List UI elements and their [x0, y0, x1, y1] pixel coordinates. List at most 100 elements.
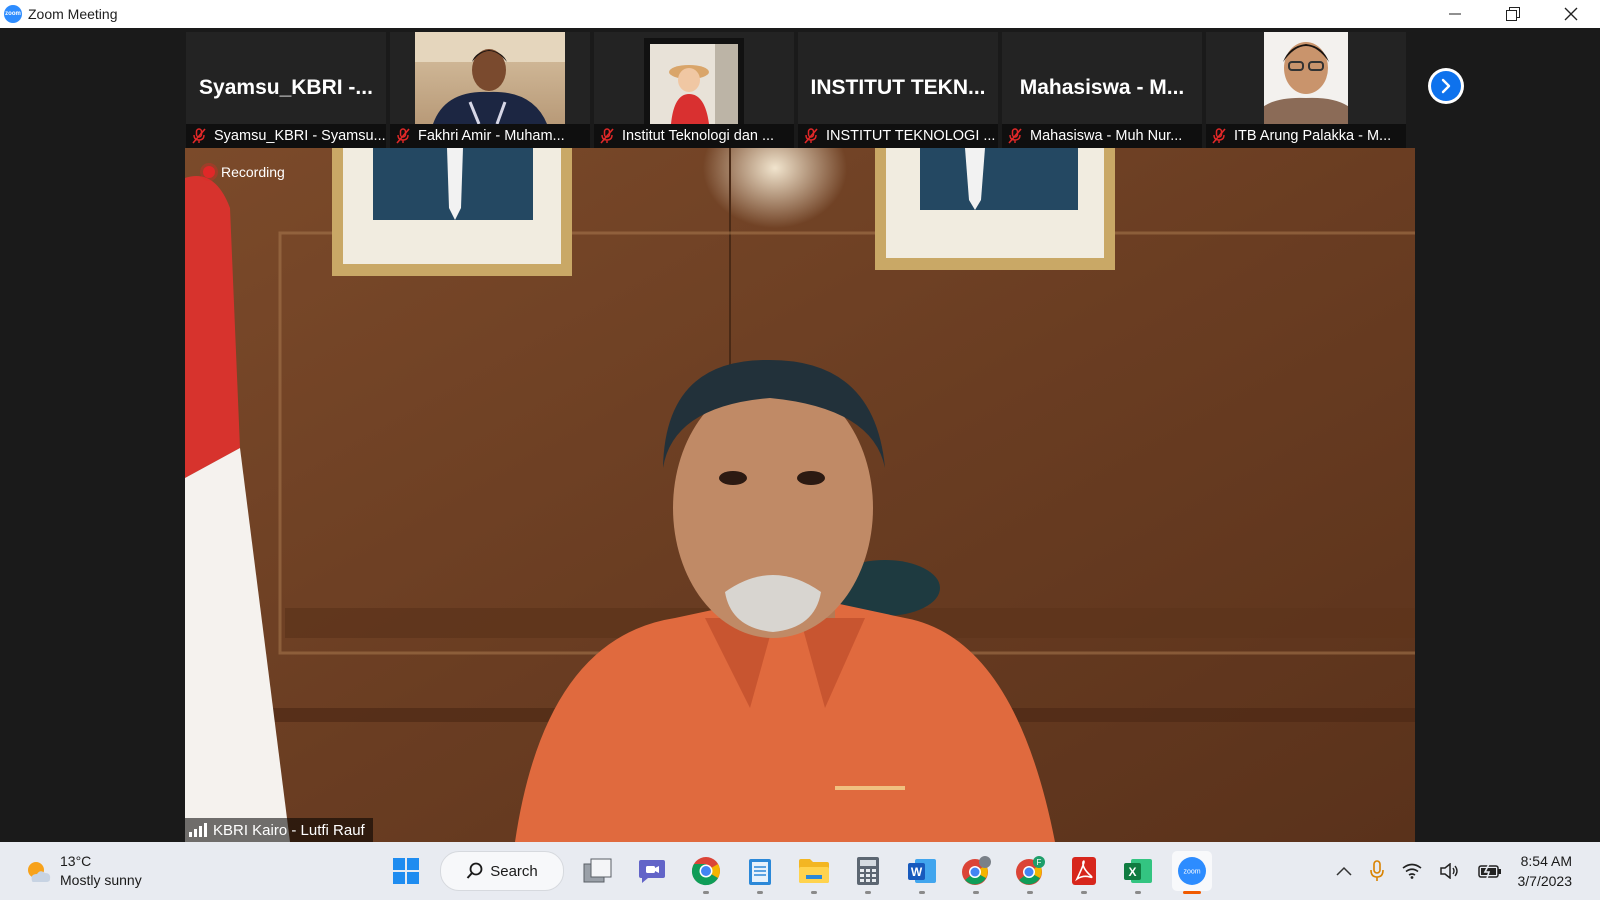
participant-name: ITB Arung Palakka - M... [1234, 128, 1392, 144]
participant-caption: Fakhri Amir - Muham... [390, 124, 590, 148]
chrome-profile-f-button[interactable]: F [1010, 851, 1050, 894]
recording-label: Recording [221, 164, 285, 180]
participant-tile[interactable]: Institut Teknologi dan ... [594, 32, 794, 148]
participant-tile[interactable]: INSTITUT TEKN... INSTITUT TEKNOLOGI ... [798, 32, 998, 148]
teams-chat-button[interactable] [632, 851, 672, 891]
muted-mic-icon [1212, 128, 1226, 144]
svg-text:F: F [1037, 858, 1042, 867]
clock-time: 8:54 AM [1520, 853, 1572, 869]
participant-caption: ITB Arung Palakka - M... [1206, 124, 1406, 148]
muted-mic-icon [192, 128, 206, 144]
notepad-icon [749, 859, 771, 885]
word-button[interactable]: W [902, 851, 942, 894]
chrome-profile-icon [962, 856, 991, 885]
calculator-button[interactable] [848, 851, 888, 894]
participant-caption: Institut Teknologi dan ... [594, 124, 794, 148]
weather-condition: Mostly sunny [60, 872, 142, 888]
active-speaker-video[interactable]: Recording KBRI Kairo - Lutfi Rauf [185, 148, 1415, 842]
windows-logo-icon [393, 858, 419, 884]
participant-tile[interactable]: Mahasiswa - M... Mahasiswa - Muh Nur... [1002, 32, 1202, 148]
file-explorer-button[interactable] [794, 851, 834, 894]
muted-mic-icon [804, 128, 818, 144]
start-button[interactable] [386, 851, 426, 891]
window-controls [1426, 0, 1600, 28]
participant-strip: Syamsu_KBRI -... Syamsu_KBRI - Syamsu...… [186, 32, 1406, 148]
minimize-icon [1449, 13, 1461, 15]
participant-big-name: Mahasiswa - M... [1019, 76, 1185, 99]
participant-tile[interactable]: Fakhri Amir - Muham... [390, 32, 590, 148]
close-button[interactable] [1542, 0, 1600, 28]
chrome-icon [691, 857, 720, 886]
chrome-button[interactable] [686, 851, 726, 894]
task-view-button[interactable] [578, 851, 618, 891]
volume-icon[interactable] [1440, 863, 1460, 879]
participant-tile[interactable]: Syamsu_KBRI -... Syamsu_KBRI - Syamsu... [186, 32, 386, 148]
word-icon: W [908, 859, 936, 883]
excel-icon: X [1124, 859, 1152, 883]
participant-caption: Mahasiswa - Muh Nur... [1002, 124, 1202, 148]
svg-text:zoom: zoom [1183, 869, 1200, 876]
running-indicator [1135, 891, 1141, 894]
active-indicator [1183, 891, 1201, 894]
participant-name: Mahasiswa - Muh Nur... [1030, 128, 1183, 144]
restore-icon [1506, 7, 1520, 21]
window-title: Zoom Meeting [28, 6, 118, 22]
microphone-icon[interactable] [1370, 860, 1384, 882]
excel-button[interactable]: X [1118, 851, 1158, 894]
clock-date: 3/7/2023 [1517, 873, 1573, 889]
taskbar-apps: Search W F X zoom [386, 848, 1212, 894]
signal-strength-icon [189, 823, 207, 837]
meeting-stage: Syamsu_KBRI -... Syamsu_KBRI - Syamsu...… [0, 28, 1600, 842]
participant-tile[interactable]: ITB Arung Palakka - M... [1206, 32, 1406, 148]
partly-sunny-icon [28, 862, 51, 882]
acrobat-icon [1072, 857, 1096, 885]
next-participants-button[interactable] [1428, 68, 1464, 104]
participant-caption: Syamsu_KBRI - Syamsu... [186, 124, 386, 148]
running-indicator [1081, 891, 1087, 894]
participant-name: Institut Teknologi dan ... [622, 128, 775, 144]
weather-widget[interactable]: 13°C Mostly sunny [24, 852, 142, 890]
wifi-icon[interactable] [1402, 863, 1422, 879]
participant-video [415, 32, 565, 124]
chrome-profile-button[interactable] [956, 851, 996, 894]
taskbar-clock[interactable]: 8:54 AM 3/7/2023 [1518, 851, 1573, 891]
running-indicator [811, 891, 817, 894]
participant-big-name: INSTITUT TEKN... [810, 76, 986, 99]
running-indicator [1027, 891, 1033, 894]
running-indicator [973, 891, 979, 894]
participant-name: Fakhri Amir - Muham... [418, 128, 565, 144]
windows-taskbar: 13°C Mostly sunny Search W F X zoom 8:54… [0, 842, 1600, 900]
notepad-button[interactable] [740, 851, 780, 894]
participant-name: Syamsu_KBRI - Syamsu... [214, 128, 386, 144]
recording-indicator: Recording [203, 164, 285, 180]
weather-temp: 13°C [60, 853, 92, 869]
muted-mic-icon [1008, 128, 1022, 144]
chevron-up-icon[interactable] [1336, 866, 1352, 876]
running-indicator [865, 891, 871, 894]
participant-name: INSTITUT TEKNOLOGI ... [826, 128, 996, 144]
teams-chat-icon [639, 860, 665, 883]
acrobat-button[interactable] [1064, 851, 1104, 894]
participant-big-name: Syamsu_KBRI -... [199, 76, 373, 99]
recording-dot-icon [203, 166, 215, 178]
calculator-icon [857, 857, 879, 885]
participant-video [1264, 32, 1348, 124]
speaker-name: KBRI Kairo - Lutfi Rauf [213, 821, 365, 839]
zoom-button[interactable]: zoom [1172, 851, 1212, 894]
restore-button[interactable] [1484, 0, 1542, 28]
zoom-icon: zoom [1178, 857, 1206, 885]
svg-text:X: X [1128, 865, 1136, 879]
minimize-button[interactable] [1426, 0, 1484, 28]
participant-caption: INSTITUT TEKNOLOGI ... [798, 124, 998, 148]
window-titlebar: zoom Zoom Meeting [0, 0, 1600, 28]
svg-text:W: W [911, 865, 923, 879]
taskbar-search-button[interactable]: Search [440, 851, 564, 891]
task-view-icon [583, 858, 612, 883]
speaker-name-label: KBRI Kairo - Lutfi Rauf [185, 818, 373, 842]
zoom-app-icon: zoom [4, 5, 22, 23]
running-indicator [919, 891, 925, 894]
battery-charging-icon[interactable] [1478, 863, 1502, 879]
muted-mic-icon [600, 128, 614, 144]
search-label: Search [490, 862, 538, 880]
system-tray [1336, 848, 1502, 894]
